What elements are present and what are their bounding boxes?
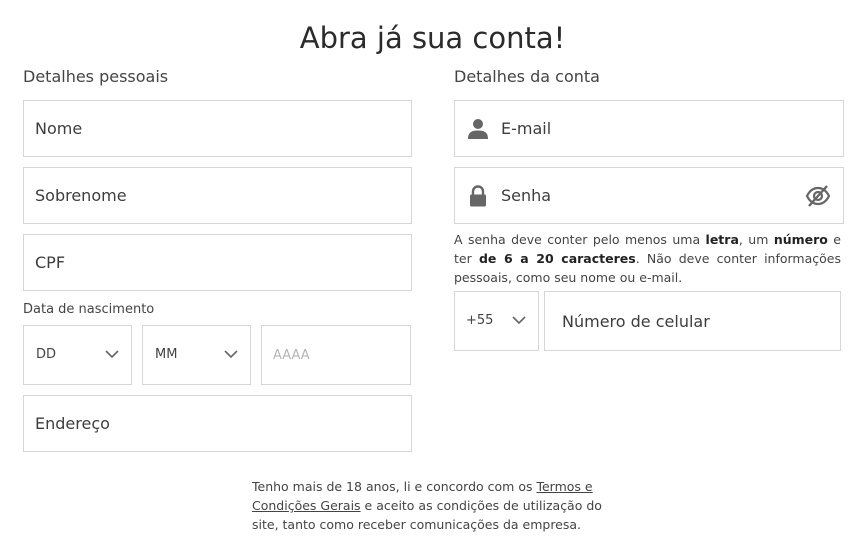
year-input[interactable]: [262, 326, 410, 384]
terms-text: Tenho mais de 18 anos, li e concordo com…: [252, 479, 602, 532]
chevron-down-icon: [105, 350, 119, 359]
country-code-select[interactable]: +55: [454, 291, 539, 351]
first-name-field[interactable]: [23, 100, 412, 157]
password-field[interactable]: [454, 167, 844, 224]
cpf-field[interactable]: [23, 234, 412, 291]
day-select[interactable]: DD: [23, 325, 132, 385]
password-input[interactable]: [501, 168, 843, 223]
account-details-label: Detalhes da conta: [454, 67, 600, 86]
lock-icon: [455, 184, 501, 207]
month-select-value: MM: [155, 347, 178, 362]
password-hint: A senha deve conter pelo menos uma letra…: [454, 232, 841, 285]
chevron-down-icon: [512, 316, 526, 325]
last-name-field[interactable]: [23, 167, 412, 224]
day-select-value: DD: [36, 347, 57, 362]
eye-off-icon[interactable]: [805, 184, 831, 208]
phone-field[interactable]: [544, 291, 841, 351]
last-name-input[interactable]: [24, 168, 411, 223]
cpf-input[interactable]: [24, 235, 411, 290]
chevron-down-icon: [224, 350, 238, 359]
first-name-input[interactable]: [24, 101, 411, 156]
page-title: Abra já sua conta!: [299, 21, 566, 56]
user-icon: [455, 118, 501, 140]
country-code-value: +55: [466, 313, 494, 328]
year-field[interactable]: [261, 325, 411, 385]
month-select[interactable]: MM: [142, 325, 251, 385]
phone-input[interactable]: [545, 292, 840, 350]
email-field[interactable]: [454, 100, 844, 157]
dob-label: Data de nascimento: [23, 302, 155, 317]
email-input[interactable]: [501, 101, 843, 156]
personal-details-label: Detalhes pessoais: [23, 67, 169, 86]
address-input[interactable]: [24, 396, 411, 451]
address-field[interactable]: [23, 395, 412, 452]
